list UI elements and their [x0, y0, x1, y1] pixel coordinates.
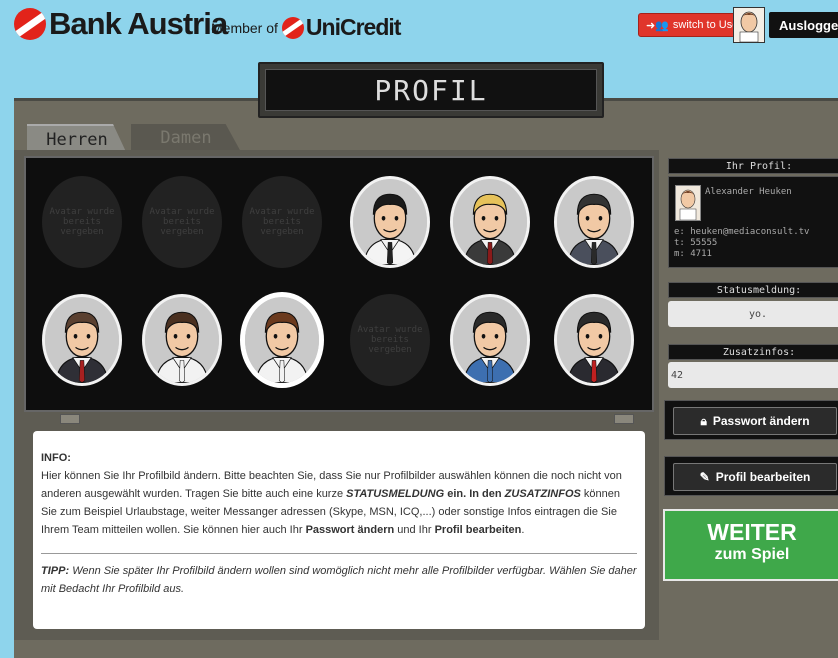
change-password-label: Passwort ändern — [712, 414, 810, 428]
divider — [41, 553, 637, 554]
unicredit-mark-icon — [281, 16, 304, 39]
tipp-body: Wenn Sie später Ihr Profilbild ändern wo… — [41, 565, 637, 595]
info-text-part: und Ihr — [397, 524, 432, 536]
avatar-option-selected[interactable] — [242, 294, 322, 386]
profile-mobile: m: 4711 — [674, 249, 712, 259]
edit-profile-button[interactable]: ✎ Profil bearbeiten — [673, 463, 837, 491]
switch-label: switch to User — [672, 19, 742, 31]
status-keyword: STATUSMELDUNG — [346, 488, 445, 500]
avatar-taken-label: Avatar wurde bereits vergeben — [249, 207, 315, 237]
avatar-option[interactable] — [554, 176, 634, 268]
extra-label: Zusatzinfos: — [668, 344, 838, 360]
member-of-label: Member of — [211, 19, 278, 36]
users-switch-icon: ➜👥 — [646, 19, 669, 32]
info-text: Hier können Sie Ihr Profilbild ändern. B… — [41, 467, 637, 539]
avatar-option[interactable] — [450, 176, 530, 268]
profile-name: Alexander Heuken — [705, 187, 792, 197]
info-text-part: . — [521, 524, 525, 536]
status-field[interactable]: yo. — [668, 301, 838, 327]
partner-name: UniCredit — [305, 14, 401, 40]
logout-button[interactable]: Ausloggen — [769, 12, 838, 38]
avatar-option[interactable] — [350, 176, 430, 268]
lock-icon: 🔒︎ — [700, 413, 707, 428]
profile-avatar — [675, 185, 701, 221]
passwort-keyword: Passwort ändern — [305, 524, 395, 536]
avatar-taken-label: Avatar wurde bereits vergeben — [149, 207, 215, 237]
change-password-button[interactable]: 🔒︎ Passwort ändern — [673, 407, 837, 435]
profile-email: e: heuken@mediaconsult.tv — [674, 227, 810, 237]
connector — [60, 414, 80, 424]
profile-card: Alexander Heuken e: heuken@mediaconsult.… — [668, 176, 838, 268]
brand-name: Bank Austria — [49, 6, 228, 41]
connector — [614, 414, 634, 424]
unicredit-mark-icon — [14, 8, 46, 40]
avatar-option[interactable] — [42, 294, 122, 386]
tab-damen[interactable]: Damen — [131, 124, 241, 152]
avatar-taken-label: Avatar wurde bereits vergeben — [357, 325, 423, 355]
bank-austria-logo[interactable]: Bank Austria — [14, 6, 228, 42]
continue-label: WEITER — [707, 519, 797, 545]
avatar-taken-label: Avatar wurde bereits vergeben — [49, 207, 115, 237]
edit-profile-label: Profil bearbeiten — [715, 470, 811, 484]
pencil-icon: ✎ — [699, 470, 710, 484]
avatar-option[interactable] — [554, 294, 634, 386]
avatar-option[interactable] — [142, 294, 222, 386]
info-heading: INFO: — [41, 452, 71, 464]
title-plate: PROFIL — [258, 62, 604, 118]
continue-sublabel: zum Spiel — [714, 546, 790, 563]
continue-to-game-button[interactable]: WEITER zum Spiel — [663, 509, 838, 581]
avatar-grid: Avatar wurde bereits vergeben Avatar wurd… — [24, 156, 654, 412]
tipp-label: TIPP: — [41, 565, 70, 577]
avatar-taken: Avatar wurde bereits vergeben — [42, 176, 122, 268]
tipp-text: TIPP: Wenn Sie später Ihr Profilbild änd… — [41, 562, 637, 598]
page-title: PROFIL — [374, 73, 488, 107]
zusatz-keyword: ZUSATZINFOS — [504, 488, 581, 500]
extra-info-field[interactable]: 42 — [668, 362, 838, 388]
avatar-option[interactable] — [450, 294, 530, 386]
info-text-part: ein. In den — [447, 488, 502, 500]
profile-phone: t: 55555 — [674, 238, 718, 248]
avatar-taken: Avatar wurde bereits vergeben — [242, 176, 322, 268]
profil-keyword: Profil bearbeiten — [434, 524, 522, 536]
info-box: INFO: Hier können Sie Ihr Profilbild änd… — [33, 431, 645, 629]
status-label: Statusmeldung: — [668, 282, 838, 298]
avatar-taken: Avatar wurde bereits vergeben — [350, 294, 430, 386]
profile-label: Ihr Profil: — [668, 158, 838, 174]
avatar-taken: Avatar wurde bereits vergeben — [142, 176, 222, 268]
member-of-unicredit: Member of UniCredit — [211, 14, 401, 41]
user-avatar[interactable] — [733, 7, 765, 43]
